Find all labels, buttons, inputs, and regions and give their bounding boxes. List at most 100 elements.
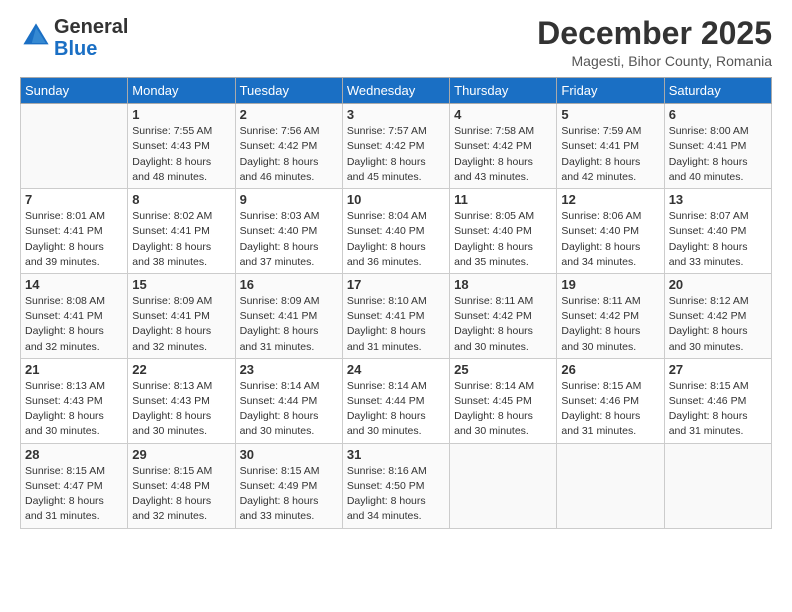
calendar-day-cell: 18 Sunrise: 8:11 AMSunset: 4:42 PMDayligh… xyxy=(450,273,557,358)
calendar-day-cell: 2 Sunrise: 7:56 AMSunset: 4:42 PMDaylight… xyxy=(235,104,342,189)
day-info: Sunrise: 8:13 AMSunset: 4:43 PMDaylight:… xyxy=(132,379,230,440)
day-number: 27 xyxy=(669,362,767,377)
day-info: Sunrise: 8:15 AMSunset: 4:47 PMDaylight:… xyxy=(25,464,123,525)
day-info: Sunrise: 8:05 AMSunset: 4:40 PMDaylight:… xyxy=(454,209,552,270)
day-info: Sunrise: 8:09 AMSunset: 4:41 PMDaylight:… xyxy=(132,294,230,355)
day-info: Sunrise: 8:15 AMSunset: 4:48 PMDaylight:… xyxy=(132,464,230,525)
header: General Blue December 2025 Magesti, Biho… xyxy=(20,16,772,69)
calendar-day-cell: 13Sunrise: 8:07 AMSunset: 4:40 PMDayligh… xyxy=(664,189,771,274)
day-info: Sunrise: 8:11 AMSunset: 4:42 PMDaylight:… xyxy=(454,294,552,355)
day-info: Sunrise: 7:58 AMSunset: 4:42 PMDaylight:… xyxy=(454,124,552,185)
day-number: 28 xyxy=(25,447,123,462)
day-number: 19 xyxy=(561,277,659,292)
day-info: Sunrise: 8:14 AMSunset: 4:44 PMDaylight:… xyxy=(347,379,445,440)
day-number: 10 xyxy=(347,192,445,207)
day-info: Sunrise: 8:12 AMSunset: 4:42 PMDaylight:… xyxy=(669,294,767,355)
page-container: General Blue December 2025 Magesti, Biho… xyxy=(0,0,792,539)
day-info: Sunrise: 7:59 AMSunset: 4:41 PMDaylight:… xyxy=(561,124,659,185)
day-number: 21 xyxy=(25,362,123,377)
day-number: 22 xyxy=(132,362,230,377)
calendar-day-cell xyxy=(21,104,128,189)
day-info: Sunrise: 8:07 AMSunset: 4:40 PMDaylight:… xyxy=(669,209,767,270)
day-info: Sunrise: 8:03 AMSunset: 4:40 PMDaylight:… xyxy=(240,209,338,270)
subtitle: Magesti, Bihor County, Romania xyxy=(537,53,772,69)
day-info: Sunrise: 7:57 AMSunset: 4:42 PMDaylight:… xyxy=(347,124,445,185)
day-number: 20 xyxy=(669,277,767,292)
day-number: 17 xyxy=(347,277,445,292)
day-info: Sunrise: 8:16 AMSunset: 4:50 PMDaylight:… xyxy=(347,464,445,525)
weekday-header-tuesday: Tuesday xyxy=(235,78,342,104)
weekday-header-sunday: Sunday xyxy=(21,78,128,104)
calendar-day-cell: 28 Sunrise: 8:15 AMSunset: 4:47 PMDayligh… xyxy=(21,443,128,528)
calendar-week-row: 28 Sunrise: 8:15 AMSunset: 4:47 PMDayligh… xyxy=(21,443,772,528)
day-number: 18 xyxy=(454,277,552,292)
day-number: 6 xyxy=(669,107,767,122)
weekday-header-saturday: Saturday xyxy=(664,78,771,104)
calendar-week-row: 14 Sunrise: 8:08 AMSunset: 4:41 PMDayligh… xyxy=(21,273,772,358)
calendar-day-cell: 24 Sunrise: 8:14 AMSunset: 4:44 PMDayligh… xyxy=(342,358,449,443)
day-info: Sunrise: 8:08 AMSunset: 4:41 PMDaylight:… xyxy=(25,294,123,355)
weekday-header-thursday: Thursday xyxy=(450,78,557,104)
calendar-day-cell: 20 Sunrise: 8:12 AMSunset: 4:42 PMDayligh… xyxy=(664,273,771,358)
calendar-day-cell: 16Sunrise: 8:09 AMSunset: 4:41 PMDayligh… xyxy=(235,273,342,358)
day-number: 25 xyxy=(454,362,552,377)
calendar-day-cell: 8Sunrise: 8:02 AMSunset: 4:41 PMDaylight… xyxy=(128,189,235,274)
day-number: 29 xyxy=(132,447,230,462)
calendar-day-cell: 12 Sunrise: 8:06 AMSunset: 4:40 PMDayligh… xyxy=(557,189,664,274)
day-info: Sunrise: 8:04 AMSunset: 4:40 PMDaylight:… xyxy=(347,209,445,270)
calendar-day-cell: 3 Sunrise: 7:57 AMSunset: 4:42 PMDaylight… xyxy=(342,104,449,189)
calendar-day-cell: 31Sunrise: 8:16 AMSunset: 4:50 PMDayligh… xyxy=(342,443,449,528)
logo: General Blue xyxy=(20,16,128,60)
calendar-day-cell: 15Sunrise: 8:09 AMSunset: 4:41 PMDayligh… xyxy=(128,273,235,358)
month-title: December 2025 xyxy=(537,16,772,51)
calendar-day-cell xyxy=(450,443,557,528)
calendar-week-row: 7 Sunrise: 8:01 AMSunset: 4:41 PMDaylight… xyxy=(21,189,772,274)
day-number: 23 xyxy=(240,362,338,377)
calendar-day-cell: 30 Sunrise: 8:15 AMSunset: 4:49 PMDayligh… xyxy=(235,443,342,528)
calendar-table: SundayMondayTuesdayWednesdayThursdayFrid… xyxy=(20,77,772,528)
day-info: Sunrise: 8:14 AMSunset: 4:44 PMDaylight:… xyxy=(240,379,338,440)
day-number: 7 xyxy=(25,192,123,207)
calendar-day-cell: 29 Sunrise: 8:15 AMSunset: 4:48 PMDayligh… xyxy=(128,443,235,528)
day-info: Sunrise: 8:00 AMSunset: 4:41 PMDaylight:… xyxy=(669,124,767,185)
weekday-header-monday: Monday xyxy=(128,78,235,104)
calendar-week-row: 1Sunrise: 7:55 AMSunset: 4:43 PMDaylight… xyxy=(21,104,772,189)
calendar-day-cell: 14 Sunrise: 8:08 AMSunset: 4:41 PMDayligh… xyxy=(21,273,128,358)
day-number: 30 xyxy=(240,447,338,462)
title-block: December 2025 Magesti, Bihor County, Rom… xyxy=(537,16,772,69)
calendar-day-cell: 21 Sunrise: 8:13 AMSunset: 4:43 PMDayligh… xyxy=(21,358,128,443)
day-number: 5 xyxy=(561,107,659,122)
calendar-day-cell: 22 Sunrise: 8:13 AMSunset: 4:43 PMDayligh… xyxy=(128,358,235,443)
weekday-header-friday: Friday xyxy=(557,78,664,104)
logo-blue-text: Blue xyxy=(54,38,97,60)
calendar-day-cell: 4 Sunrise: 7:58 AMSunset: 4:42 PMDaylight… xyxy=(450,104,557,189)
day-info: Sunrise: 8:09 AMSunset: 4:41 PMDaylight:… xyxy=(240,294,338,355)
day-info: Sunrise: 8:01 AMSunset: 4:41 PMDaylight:… xyxy=(25,209,123,270)
day-info: Sunrise: 7:55 AMSunset: 4:43 PMDaylight:… xyxy=(132,124,230,185)
day-number: 3 xyxy=(347,107,445,122)
day-info: Sunrise: 8:06 AMSunset: 4:40 PMDaylight:… xyxy=(561,209,659,270)
day-number: 11 xyxy=(454,192,552,207)
calendar-day-cell: 10 Sunrise: 8:04 AMSunset: 4:40 PMDayligh… xyxy=(342,189,449,274)
calendar-day-cell: 6 Sunrise: 8:00 AMSunset: 4:41 PMDaylight… xyxy=(664,104,771,189)
day-info: Sunrise: 8:15 AMSunset: 4:49 PMDaylight:… xyxy=(240,464,338,525)
day-number: 26 xyxy=(561,362,659,377)
day-number: 8 xyxy=(132,192,230,207)
day-info: Sunrise: 8:10 AMSunset: 4:41 PMDaylight:… xyxy=(347,294,445,355)
calendar-day-cell: 1Sunrise: 7:55 AMSunset: 4:43 PMDaylight… xyxy=(128,104,235,189)
logo-general-text: General xyxy=(54,16,128,38)
day-number: 2 xyxy=(240,107,338,122)
day-number: 12 xyxy=(561,192,659,207)
calendar-week-row: 21 Sunrise: 8:13 AMSunset: 4:43 PMDayligh… xyxy=(21,358,772,443)
day-number: 9 xyxy=(240,192,338,207)
day-number: 4 xyxy=(454,107,552,122)
day-info: Sunrise: 8:13 AMSunset: 4:43 PMDaylight:… xyxy=(25,379,123,440)
calendar-day-cell: 23 Sunrise: 8:14 AMSunset: 4:44 PMDayligh… xyxy=(235,358,342,443)
day-info: Sunrise: 7:56 AMSunset: 4:42 PMDaylight:… xyxy=(240,124,338,185)
day-info: Sunrise: 8:14 AMSunset: 4:45 PMDaylight:… xyxy=(454,379,552,440)
calendar-day-cell xyxy=(664,443,771,528)
day-number: 14 xyxy=(25,277,123,292)
day-number: 24 xyxy=(347,362,445,377)
logo-icon xyxy=(22,22,50,50)
calendar-day-cell: 17 Sunrise: 8:10 AMSunset: 4:41 PMDayligh… xyxy=(342,273,449,358)
